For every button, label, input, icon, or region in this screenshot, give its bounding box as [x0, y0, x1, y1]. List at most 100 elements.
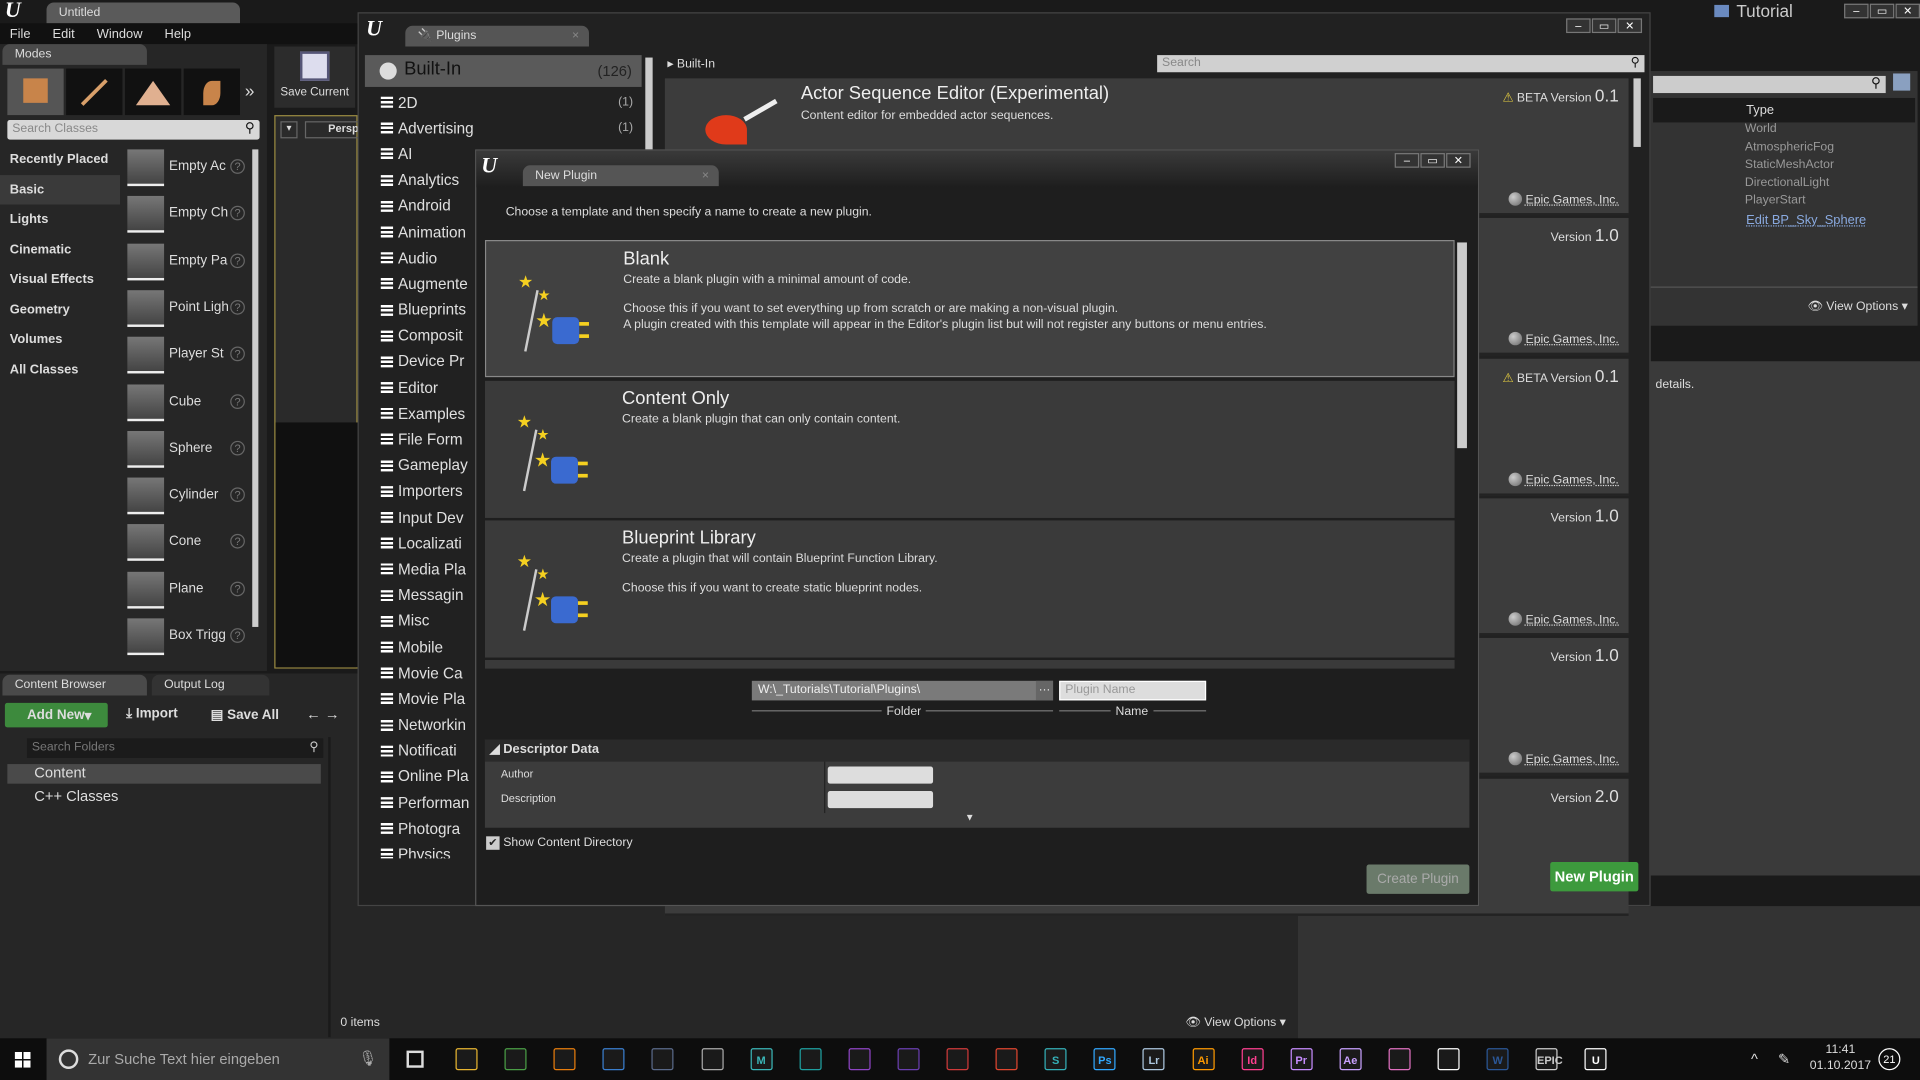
task-view-icon[interactable] — [406, 1050, 424, 1068]
template-content-only[interactable]: ★ ★ ★ Content Only Create a blank plugin tha… — [484, 380, 1455, 518]
browse-folder-button[interactable]: … — [1035, 680, 1054, 701]
more-modes-icon[interactable]: » — [245, 81, 255, 101]
category-basic[interactable]: Basic — [0, 174, 121, 205]
modes-tab[interactable]: Modes — [2, 44, 147, 65]
menu-file[interactable]: File — [10, 26, 31, 41]
menu-window[interactable]: Window — [97, 26, 143, 41]
windows-start-icon[interactable] — [14, 1051, 31, 1068]
content-browser-tab[interactable]: Content Browser — [2, 674, 147, 696]
category-scrollbar[interactable] — [645, 57, 653, 151]
folder-content[interactable]: Content — [7, 764, 321, 784]
output-log-tab[interactable]: Output Log — [151, 674, 270, 696]
mode-item[interactable]: Empty Ch? — [125, 194, 252, 238]
after-effects-icon[interactable]: Ae — [1339, 1048, 1362, 1071]
descriptor-header[interactable]: ◢ Descriptor Data — [484, 739, 1470, 762]
create-plugin-button[interactable]: Create Plugin — [1366, 864, 1470, 894]
help-icon[interactable]: ? — [230, 159, 245, 174]
mode-item[interactable]: Cube? — [125, 381, 252, 425]
template-partial[interactable] — [484, 660, 1455, 669]
close-button[interactable]: ✕ — [1617, 18, 1643, 34]
taskbar-search[interactable]: Zur Suche Text hier eingeben 🎙 — [46, 1038, 390, 1080]
git-icon[interactable] — [946, 1048, 969, 1071]
search-classes-input[interactable]: Search Classes ⚲ — [7, 120, 260, 140]
view-options-button[interactable]: 👁 View Options ▾ — [1185, 1016, 1285, 1029]
history-arrows[interactable]: ← → — [306, 705, 339, 722]
landscape-mode-icon[interactable] — [124, 68, 182, 116]
help-icon[interactable]: ? — [230, 487, 245, 503]
help-icon[interactable]: ? — [230, 628, 245, 643]
expand-advanced-icon[interactable]: ▼ — [965, 812, 975, 823]
new-plugin-button[interactable]: New Plugin — [1550, 862, 1639, 892]
menu-help[interactable]: Help — [165, 26, 191, 41]
level-tab[interactable]: Untitled — [46, 2, 241, 24]
add-folder-icon[interactable] — [1893, 73, 1911, 91]
mode-item[interactable]: Plane? — [125, 569, 252, 613]
place-mode-icon[interactable] — [7, 68, 64, 116]
help-icon[interactable]: ? — [230, 252, 245, 268]
maya-icon[interactable]: M — [750, 1048, 773, 1071]
category-built-in[interactable]: Built-In (126) — [364, 55, 642, 87]
plugin-category[interactable]: Advertising (1) — [371, 115, 645, 141]
plugin-name-input[interactable]: Plugin Name — [1059, 680, 1207, 701]
tray-chevron-icon[interactable]: ^ — [1751, 1051, 1758, 1068]
category-volumes[interactable]: Volumes — [0, 324, 120, 354]
max-icon[interactable] — [799, 1048, 822, 1071]
mode-item[interactable]: Cylinder? — [125, 475, 252, 519]
new-plugin-tab[interactable]: New Plugin × — [522, 165, 719, 187]
help-icon[interactable]: ? — [230, 534, 245, 550]
photos-icon[interactable] — [1437, 1048, 1460, 1071]
plugins-tab[interactable]: 🔌 Plugins × — [405, 25, 589, 47]
breadcrumb[interactable]: ▸ Built-In — [667, 58, 715, 71]
description-input[interactable] — [827, 791, 934, 809]
help-icon[interactable]: ? — [230, 581, 245, 596]
notifications-icon[interactable]: 21 — [1878, 1048, 1901, 1071]
import-button[interactable]: ⤓ Import — [126, 707, 178, 723]
plugin-search-input[interactable]: Search ⚲ — [1157, 55, 1645, 73]
category-geometry[interactable]: Geometry — [0, 294, 120, 324]
search-folders-input[interactable]: Search Folders ⚲ — [26, 738, 324, 758]
plugin-list-scrollbar[interactable] — [1633, 78, 1641, 147]
file-explorer-icon[interactable] — [455, 1048, 478, 1071]
help-icon[interactable]: ? — [230, 299, 245, 315]
vendor-link[interactable]: Epic Games, Inc. — [1508, 472, 1619, 487]
splitter[interactable] — [328, 737, 331, 1038]
maximize-button[interactable]: ▭ — [1591, 18, 1617, 34]
zbrush-icon[interactable] — [701, 1048, 724, 1071]
vendor-link[interactable]: Epic Games, Inc. — [1508, 612, 1619, 627]
mode-item[interactable]: Cone? — [125, 522, 252, 566]
save-current-button[interactable]: Save Current — [274, 46, 356, 108]
help-icon[interactable]: ? — [230, 393, 245, 409]
paint-mode-icon[interactable] — [66, 68, 123, 116]
template-blank[interactable]: ★ ★ ★ Blank Create a blank plugin with a min… — [484, 240, 1455, 378]
indesign-icon[interactable]: Id — [1241, 1048, 1264, 1071]
clock[interactable]: 11:41 01.10.2017 — [1810, 1043, 1871, 1072]
maximize-button[interactable]: ▭ — [1869, 3, 1895, 19]
substance-icon[interactable] — [602, 1048, 625, 1071]
substance-s-icon[interactable]: S — [1044, 1048, 1067, 1071]
category-recently-placed[interactable]: Recently Placed — [0, 144, 120, 174]
help-icon[interactable]: ? — [230, 346, 245, 362]
outliner-type[interactable]: StaticMeshActor — [1745, 158, 1834, 176]
minimize-button[interactable]: – — [1566, 18, 1591, 34]
viewport-options-icon[interactable]: ▾ — [280, 121, 298, 139]
save-all-button[interactable]: ▤ Save All — [211, 707, 279, 723]
maximize-button[interactable]: ▭ — [1420, 153, 1445, 168]
lightroom-icon[interactable]: Lr — [1142, 1048, 1165, 1071]
mode-item[interactable]: Sphere? — [125, 428, 252, 472]
vendor-link[interactable]: Epic Games, Inc. — [1508, 192, 1619, 207]
word-icon[interactable]: W — [1486, 1048, 1509, 1071]
mode-item[interactable]: Empty Ac? — [125, 147, 252, 191]
film-icon[interactable] — [651, 1048, 674, 1071]
plugin-category[interactable]: 2D (1) — [371, 89, 645, 115]
template-scrollbar[interactable] — [1457, 242, 1467, 449]
vendor-link[interactable]: Epic Games, Inc. — [1508, 332, 1619, 347]
modes-scrollbar[interactable] — [252, 149, 259, 627]
foliage-mode-icon[interactable] — [183, 68, 241, 116]
mode-item[interactable]: Player St? — [125, 335, 252, 379]
edit-bp-sky-sphere-link[interactable]: Edit BP_Sky_Sphere — [1746, 213, 1866, 228]
outliner-view-options[interactable]: 👁 View Options ▾ — [1807, 300, 1907, 313]
menu-edit[interactable]: Edit — [53, 26, 75, 41]
viewport[interactable]: ▾ Persp — [274, 115, 367, 669]
krita-icon[interactable] — [1388, 1048, 1411, 1071]
substance-painter-icon[interactable] — [995, 1048, 1018, 1071]
